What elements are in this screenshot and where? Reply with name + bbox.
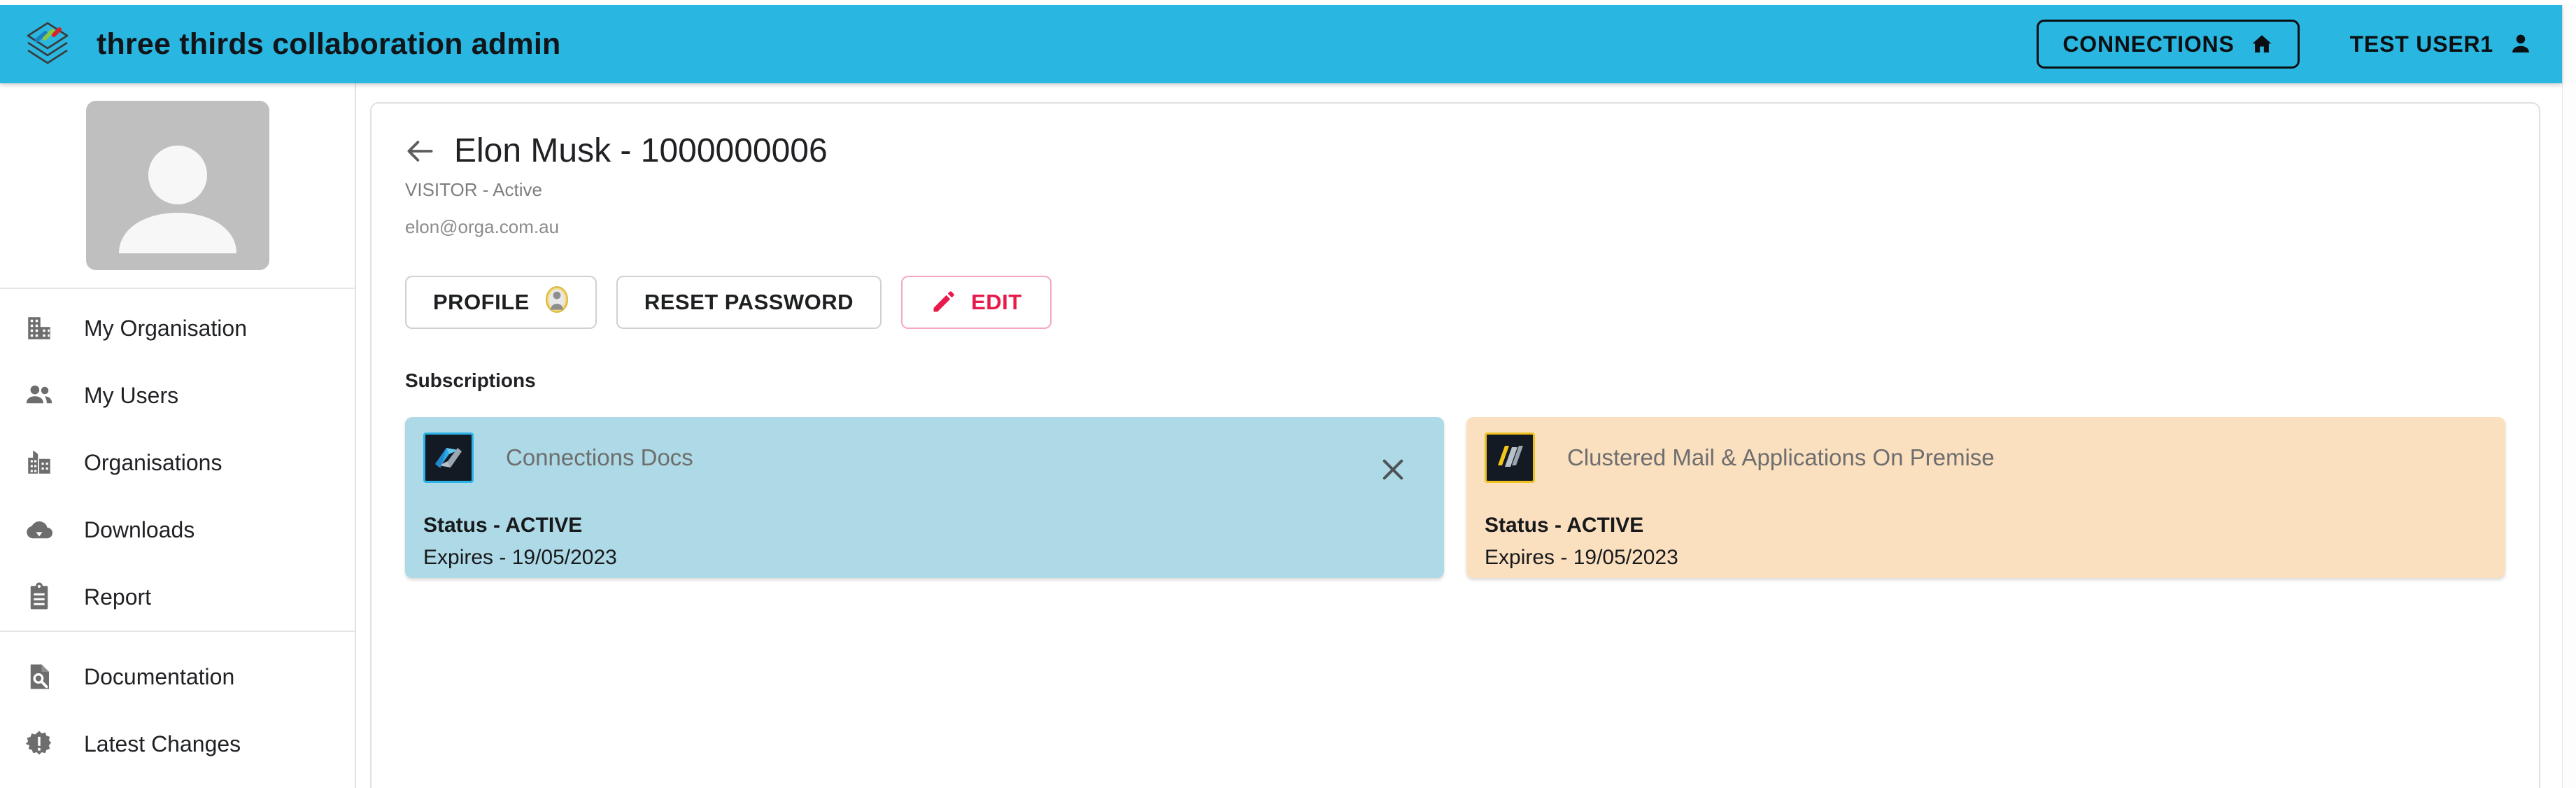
app-root: three thirds collaboration admin CONNECT… (0, 0, 2576, 788)
subscription-expires: Expires - 19/05/2023 (423, 546, 617, 569)
subscription-status: Status - ACTIVE (423, 514, 583, 537)
connections-docs-logo (423, 432, 474, 483)
page-header: Elon Musk - 1000000006 (405, 134, 2505, 168)
sidebar-item-latest-changes[interactable]: Latest Changes (0, 710, 355, 778)
content-inner: Elon Musk - 1000000006 VISITOR - Active … (371, 104, 2539, 578)
subscription-name: Connections Docs (506, 444, 693, 470)
user-menu-label: TEST USER1 (2349, 31, 2493, 57)
connections-button-label: CONNECTIONS (2062, 31, 2235, 57)
sidebar-primary-group: My Organisation My Users Organisations D… (0, 289, 355, 631)
pencil-icon (930, 290, 956, 315)
subscription-card[interactable]: Clustered Mail & Applications On Premise… (1466, 417, 2505, 578)
sidebar-item-label: Organisations (84, 449, 222, 475)
close-icon[interactable] (1377, 453, 1409, 486)
action-buttons: PROFILE RESET PASSWORD EDIT (405, 276, 2505, 329)
profile-button-label: PROFILE (433, 290, 530, 314)
people-icon (21, 381, 57, 410)
sidebar-item-label: Latest Changes (84, 731, 241, 757)
sidebar-item-label: Report (84, 584, 152, 610)
sidebar-item-my-users[interactable]: My Users (0, 362, 355, 429)
document-search-icon (21, 662, 57, 691)
reset-password-button-label: RESET PASSWORD (644, 290, 854, 314)
office-building-icon (21, 314, 57, 343)
subscription-expires: Expires - 19/05/2023 (1485, 546, 1678, 569)
cloud-download-icon (21, 515, 57, 544)
subscription-card-head: Clustered Mail & Applications On Premise (1485, 432, 2487, 483)
page-scrollbar[interactable] (2562, 5, 2576, 788)
reset-password-button[interactable]: RESET PASSWORD (616, 276, 882, 329)
page-title: Elon Musk - 1000000006 (454, 132, 828, 169)
sidebar-item-my-organisation[interactable]: My Organisation (0, 295, 355, 362)
brand[interactable]: three thirds collaboration admin (21, 17, 560, 71)
sidebar-item-downloads[interactable]: Downloads (0, 496, 355, 563)
sidebar: My Organisation My Users Organisations D… (0, 83, 356, 788)
sidebar-item-label: My Users (84, 382, 179, 408)
sidebar-item-organisations[interactable]: Organisations (0, 429, 355, 496)
top-app-bar: three thirds collaboration admin CONNECT… (0, 5, 2562, 83)
subscriptions-list: Connections Docs Status - ACTIVE Expires… (405, 417, 2505, 578)
city-buildings-icon (21, 448, 57, 477)
subscription-status: Status - ACTIVE (1485, 514, 1644, 537)
clipboard-list-icon (21, 582, 57, 612)
profile-button[interactable]: PROFILE (405, 276, 597, 329)
sidebar-item-label: My Organisation (84, 315, 247, 341)
clustered-mail-logo (1485, 432, 1535, 483)
subscriptions-label: Subscriptions (405, 370, 536, 391)
user-avatar-icon (545, 286, 569, 319)
subscription-card[interactable]: Connections Docs Status - ACTIVE Expires… (405, 417, 1444, 578)
person-placeholder-avatar (94, 113, 262, 270)
connections-button[interactable]: CONNECTIONS (2037, 20, 2300, 69)
arrow-left-icon[interactable] (405, 136, 436, 167)
sidebar-secondary-group: Documentation Latest Changes (0, 631, 355, 778)
sidebar-item-label: Downloads (84, 516, 195, 542)
sidebar-item-label: Documentation (84, 663, 235, 689)
avatar (85, 101, 269, 270)
sidebar-item-report[interactable]: Report (0, 563, 355, 631)
home-icon (2250, 32, 2274, 56)
user-role-status: VISITOR - Active (405, 179, 543, 200)
brand-title: three thirds collaboration admin (97, 27, 561, 61)
burst-exclamation-icon (21, 729, 57, 759)
person-icon (2509, 32, 2533, 56)
subscription-card-head: Connections Docs (423, 432, 1426, 483)
layers-stack-icon (21, 17, 74, 71)
sidebar-avatar-block (0, 83, 355, 289)
edit-button[interactable]: EDIT (901, 276, 1052, 329)
sidebar-item-documentation[interactable]: Documentation (0, 643, 355, 710)
subscription-name: Clustered Mail & Applications On Premise (1567, 444, 1995, 470)
user-menu[interactable]: TEST USER1 (2350, 31, 2533, 57)
user-email: elon@orga.com.au (405, 216, 560, 237)
content-panel: Elon Musk - 1000000006 VISITOR - Active … (370, 102, 2540, 788)
edit-button-label: EDIT (971, 290, 1022, 314)
